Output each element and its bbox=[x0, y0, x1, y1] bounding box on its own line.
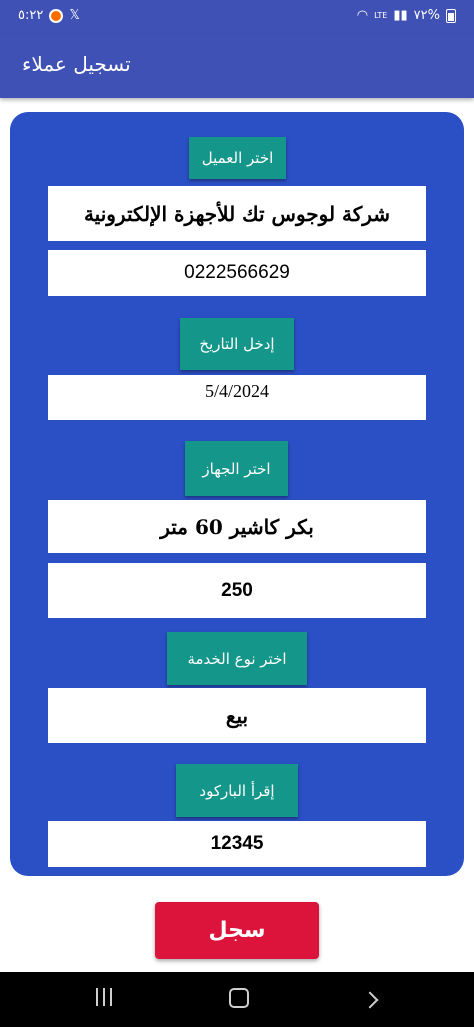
choose-service-button[interactable]: اختر نوع الخدمة bbox=[167, 632, 307, 685]
wifi-icon: ◠ bbox=[356, 8, 369, 23]
home-icon[interactable] bbox=[229, 988, 249, 1008]
save-button[interactable]: سجل bbox=[155, 902, 319, 959]
app-bar: تسجيل عملاء bbox=[0, 34, 474, 98]
battery-percent: %٧٢ bbox=[413, 8, 440, 23]
choose-customer-button[interactable]: اختر العميل bbox=[189, 137, 286, 179]
page-title: تسجيل عملاء bbox=[22, 52, 131, 76]
notification-icon bbox=[49, 9, 64, 23]
customer-name-field[interactable]: شركة لوجوس تك للأجهزة الإلكترونية bbox=[48, 186, 426, 241]
status-bar: ٥:٢٢ 𝕏 %٧٢ ▮▮ LTE ◠ bbox=[0, 0, 474, 34]
x-app-icon: 𝕏 bbox=[69, 8, 80, 23]
system-nav-bar bbox=[0, 972, 474, 1027]
device-price-field[interactable]: 250 bbox=[48, 563, 426, 618]
choose-device-button[interactable]: اختر الجهاز bbox=[185, 441, 288, 496]
enter-date-button[interactable]: إدخل التاريخ bbox=[180, 318, 294, 370]
service-type-field[interactable]: بيع bbox=[48, 688, 426, 743]
signal-icon: ▮▮ bbox=[393, 8, 408, 23]
status-right: ٥:٢٢ 𝕏 bbox=[18, 8, 80, 24]
device-name-field[interactable]: بكر كاشير 60 متر bbox=[48, 500, 426, 553]
clock: ٥:٢٢ bbox=[18, 8, 44, 23]
lte-label: LTE bbox=[374, 11, 388, 20]
barcode-field[interactable]: 12345 bbox=[48, 821, 426, 867]
status-left: %٧٢ ▮▮ LTE ◠ bbox=[357, 8, 456, 24]
recent-apps-icon[interactable] bbox=[96, 988, 116, 1006]
date-field[interactable]: 5/4/2024 bbox=[48, 375, 426, 420]
battery-icon bbox=[446, 9, 456, 23]
customer-phone-field[interactable]: 0222566629 bbox=[48, 250, 426, 296]
scan-barcode-button[interactable]: إقرأ الباركود bbox=[176, 764, 298, 817]
back-icon[interactable] bbox=[361, 991, 379, 1009]
